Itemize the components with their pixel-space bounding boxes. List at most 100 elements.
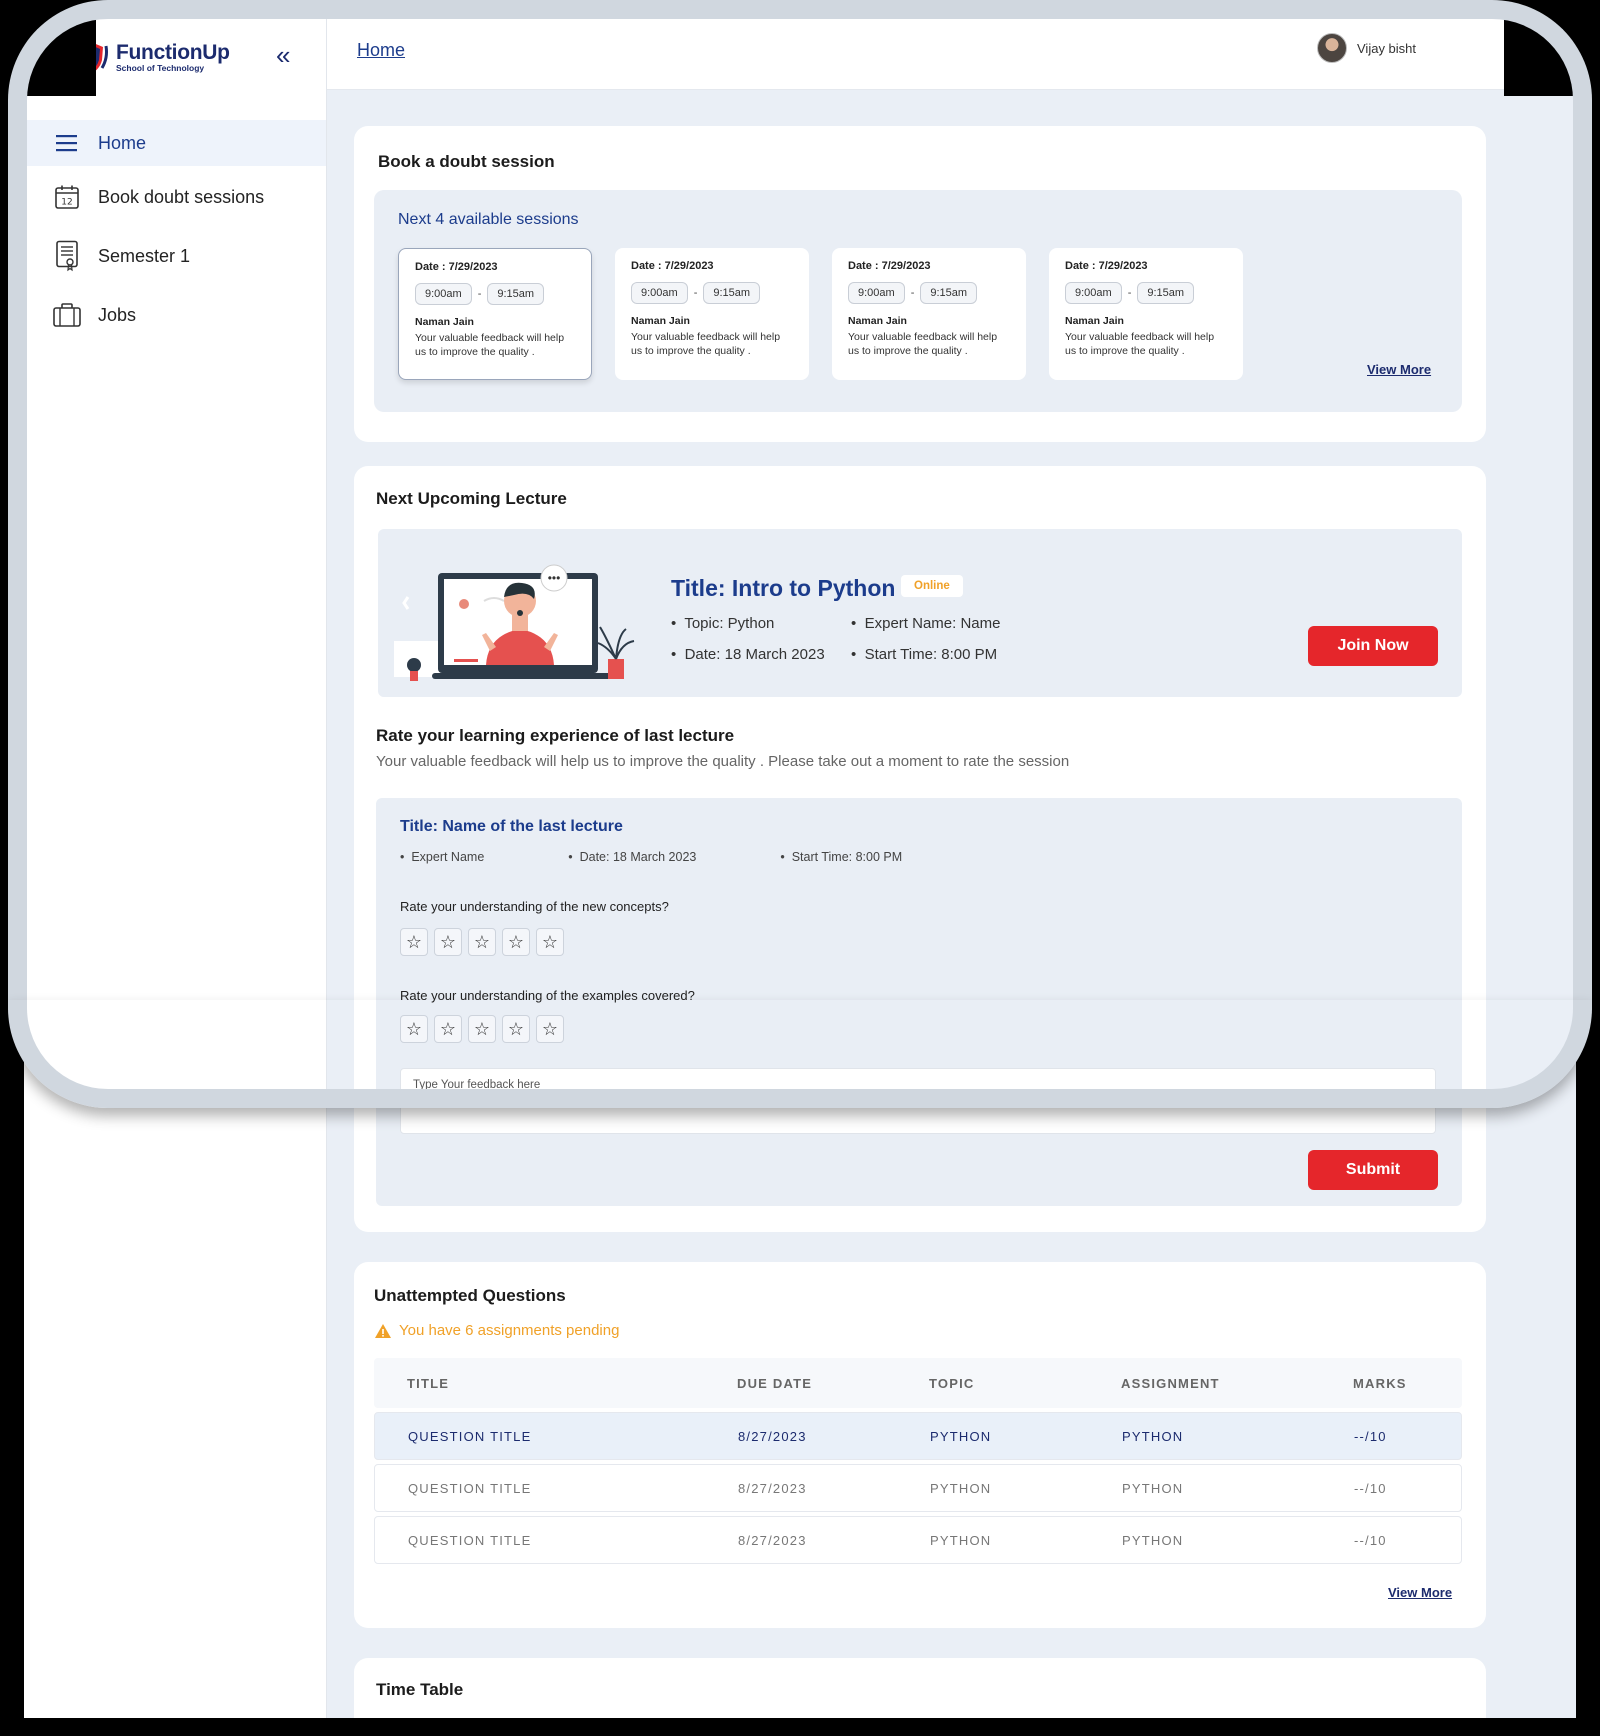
calendar-icon: 12 xyxy=(52,182,82,212)
session-end-time[interactable]: 9:15am xyxy=(1137,282,1195,304)
menu-icon xyxy=(52,128,82,158)
star-icon[interactable]: ☆ xyxy=(400,928,428,956)
top-bar: Home Vijay bisht xyxy=(327,14,1576,90)
device-bezel xyxy=(1573,100,1592,1010)
lecture-title: Title: Intro to Python xyxy=(671,575,896,601)
online-lecture-illustration: ••• xyxy=(394,564,635,681)
sidebar-nav: Home 12 Book doubt sessions Semester 1 J… xyxy=(24,120,326,346)
topic: PYTHON xyxy=(930,1480,992,1496)
session-message: Your valuable feedback will help us to i… xyxy=(848,331,998,357)
marks: --/10 xyxy=(1354,1532,1387,1548)
session-message: Your valuable feedback will help us to i… xyxy=(631,331,781,357)
session-message: Your valuable feedback will help us to i… xyxy=(1065,331,1215,357)
lecture-details: • Topic: Python • Expert Name: Name • Da… xyxy=(671,615,1051,663)
assignment: PYTHON xyxy=(1122,1428,1184,1444)
column-header[interactable]: DUE DATE xyxy=(737,1376,929,1391)
user-name: Vijay bisht xyxy=(1357,40,1417,56)
session-expert: Naman Jain xyxy=(631,315,690,327)
table-row[interactable]: QUESTION TITLE 8/27/2023 PYTHON PYTHON -… xyxy=(374,1516,1462,1564)
column-header[interactable]: ASSIGNMENT xyxy=(1121,1376,1353,1391)
status-badge: Online xyxy=(901,575,963,597)
device-bezel xyxy=(8,1000,1592,1108)
briefcase-icon xyxy=(52,300,82,330)
brand-subtitle: School of Technology xyxy=(116,62,205,73)
star-rating-concepts: ☆ ☆ ☆ ☆ ☆ xyxy=(400,928,564,956)
shield-logo-icon xyxy=(74,42,108,74)
star-icon[interactable]: ☆ xyxy=(434,928,462,956)
sessions-view-more-link[interactable]: View More xyxy=(1367,362,1431,377)
time-separator: - xyxy=(1127,287,1132,299)
sidebar-item-home[interactable]: Home xyxy=(24,120,326,166)
pending-warning: You have 6 assignments pending xyxy=(374,1322,619,1339)
questions-card: Unattempted Questions You have 6 assignm… xyxy=(354,1262,1486,1628)
table-row[interactable]: QUESTION TITLE 8/27/2023 PYTHON PYTHON -… xyxy=(374,1412,1462,1460)
section-title: Time Table xyxy=(376,1680,464,1699)
lecture-card: Next Upcoming Lecture ••• Title: Intro t… xyxy=(354,466,1486,1232)
session-date: Date : 7/29/2023 xyxy=(631,260,714,272)
section-title: Unattempted Questions xyxy=(374,1286,566,1305)
last-lecture-title: Title: Name of the last lecture xyxy=(400,818,623,835)
session-end-time[interactable]: 9:15am xyxy=(487,283,545,305)
join-now-button[interactable]: Join Now xyxy=(1308,626,1438,666)
time-separator: - xyxy=(477,288,482,300)
rating-description: Your valuable feedback will help us to i… xyxy=(376,753,1070,770)
assignment: PYTHON xyxy=(1122,1480,1184,1496)
session-card[interactable]: Date : 7/29/2023 9:00am - 9:15am Naman J… xyxy=(615,248,809,380)
session-start-time[interactable]: 9:00am xyxy=(848,282,905,304)
column-header[interactable]: MARKS xyxy=(1353,1376,1495,1391)
more-dots-icon: ••• xyxy=(548,571,561,585)
sidebar-item-label: Jobs xyxy=(98,304,137,325)
due-date: 8/27/2023 xyxy=(738,1428,807,1444)
star-icon[interactable]: ☆ xyxy=(502,928,530,956)
app-window: FunctionUp School of Technology « Home 1… xyxy=(24,14,1576,1718)
rating-title: Rate your learning experience of last le… xyxy=(376,726,735,745)
session-date: Date : 7/29/2023 xyxy=(1065,260,1148,272)
questions-view-more-link[interactable]: View More xyxy=(1388,1585,1452,1600)
sidebar-item-jobs[interactable]: Jobs xyxy=(24,292,326,338)
due-date: 8/27/2023 xyxy=(738,1532,807,1548)
sidebar-item-label: Book doubt sessions xyxy=(98,186,265,207)
session-date: Date : 7/29/2023 xyxy=(848,260,931,272)
star-icon[interactable]: ☆ xyxy=(468,928,496,956)
table-row[interactable]: QUESTION TITLE 8/27/2023 PYTHON PYTHON -… xyxy=(374,1464,1462,1512)
brand-logo[interactable]: FunctionUp School of Technology xyxy=(70,36,230,78)
last-lecture-meta: • Expert Name • Date: 18 March 2023 • St… xyxy=(400,850,986,864)
marks: --/10 xyxy=(1354,1428,1387,1444)
column-header[interactable]: TOPIC xyxy=(929,1376,1121,1391)
question-title: QUESTION TITLE xyxy=(408,1532,532,1548)
session-expert: Naman Jain xyxy=(415,316,474,328)
last-lecture-expert: • Expert Name xyxy=(400,850,485,864)
session-card[interactable]: Date : 7/29/2023 9:00am - 9:15am Naman J… xyxy=(1049,248,1243,380)
sidebar-item-label: Home xyxy=(98,132,147,153)
time-separator: - xyxy=(693,287,698,299)
star-icon[interactable]: ☆ xyxy=(536,928,564,956)
session-message: Your valuable feedback will help us to i… xyxy=(415,332,565,358)
session-expert: Naman Jain xyxy=(1065,315,1124,327)
column-header[interactable]: TITLE xyxy=(407,1376,737,1391)
sidebar-item-label: Semester 1 xyxy=(98,245,191,266)
warning-icon xyxy=(375,1323,391,1338)
session-end-time[interactable]: 9:15am xyxy=(920,282,978,304)
session-start-time[interactable]: 9:00am xyxy=(415,283,472,305)
upcoming-lecture-panel: ••• Title: Intro to Python Online • Topi… xyxy=(378,529,1462,697)
section-title: Next Upcoming Lecture xyxy=(376,489,567,508)
session-start-time[interactable]: 9:00am xyxy=(631,282,688,304)
sessions-panel: Next 4 available sessions Date : 7/29/20… xyxy=(374,190,1462,412)
session-card[interactable]: Date : 7/29/2023 9:00am - 9:15am Naman J… xyxy=(398,248,592,380)
brand-name: FunctionUp xyxy=(116,40,230,64)
session-card[interactable]: Date : 7/29/2023 9:00am - 9:15am Naman J… xyxy=(832,248,1026,380)
user-menu[interactable]: Vijay bisht xyxy=(1317,33,1416,63)
breadcrumb-home[interactable]: Home xyxy=(357,40,405,61)
submit-button[interactable]: Submit xyxy=(1308,1150,1438,1190)
last-lecture-date: • Date: 18 March 2023 xyxy=(568,850,697,864)
sessions-subtitle: Next 4 available sessions xyxy=(398,211,579,228)
questions-table: TITLE DUE DATE TOPIC ASSIGNMENT MARKS QU… xyxy=(374,1358,1462,1564)
sidebar-item-book-doubt-sessions[interactable]: 12 Book doubt sessions xyxy=(24,174,326,220)
sidebar-item-semester-1[interactable]: Semester 1 xyxy=(24,228,326,284)
session-expert: Naman Jain xyxy=(848,315,907,327)
marks: --/10 xyxy=(1354,1480,1387,1496)
session-start-time[interactable]: 9:00am xyxy=(1065,282,1122,304)
collapse-sidebar-icon[interactable]: « xyxy=(276,42,290,68)
session-end-time[interactable]: 9:15am xyxy=(703,282,761,304)
time-separator: - xyxy=(910,287,915,299)
